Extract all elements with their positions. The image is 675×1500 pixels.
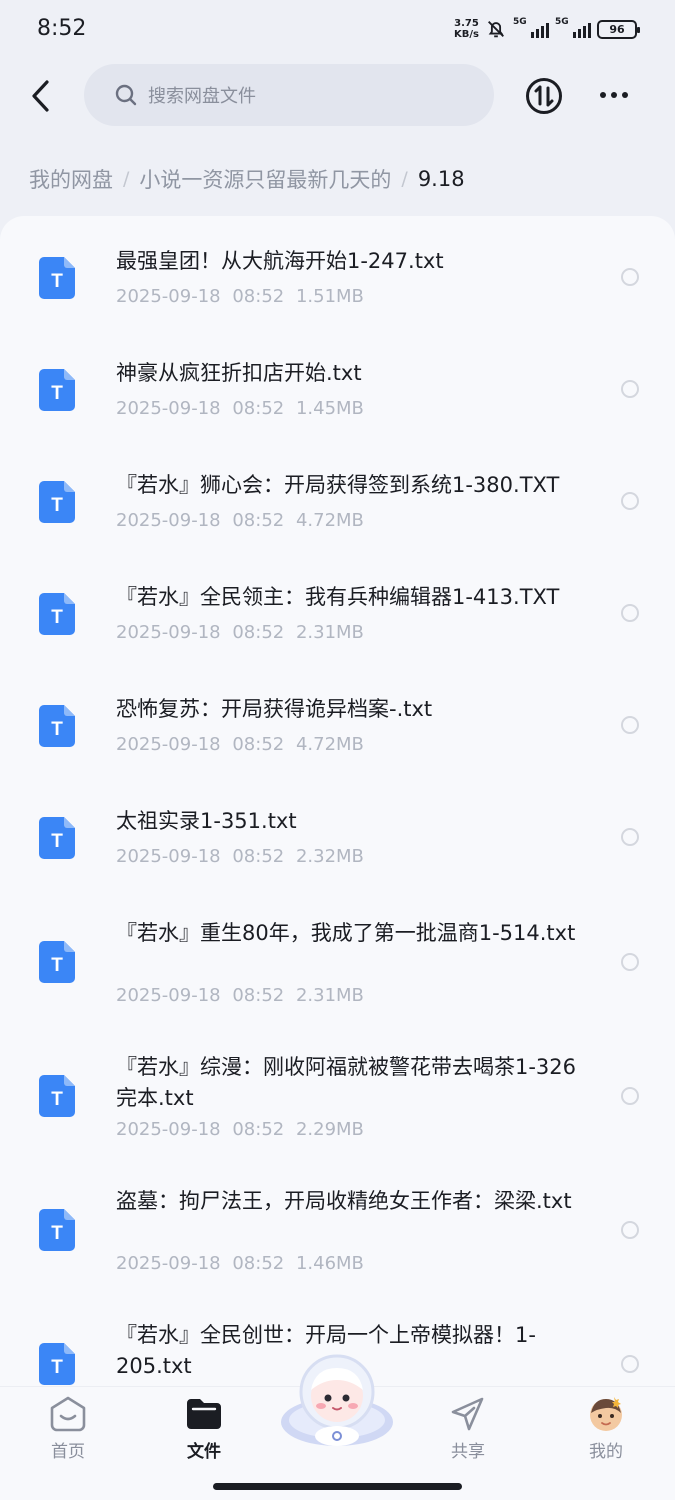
svg-text:T: T	[51, 1357, 63, 1378]
file-row[interactable]: T 太祖实录1-351.txt 2025-09-18 08:52 2.32MB	[0, 776, 675, 888]
select-checkbox[interactable]	[621, 1087, 639, 1105]
status-time: 8:52	[37, 16, 87, 41]
file-meta: 2025-09-18 08:52 2.31MB	[116, 985, 364, 1006]
search-icon	[115, 84, 137, 106]
svg-text:T: T	[51, 607, 63, 628]
svg-text:T: T	[51, 1223, 63, 1244]
svg-text:T: T	[51, 831, 63, 852]
search-placeholder: 搜索网盘文件	[148, 86, 256, 107]
text-file-icon: T	[39, 257, 75, 299]
file-meta: 2025-09-18 08:52 1.51MB	[116, 286, 364, 307]
file-name: 『若水』综漫：刚收阿福就被警花带去喝茶1-326完本.txt	[116, 1055, 577, 1110]
file-name: 神豪从疯狂折扣店开始.txt	[116, 361, 362, 385]
breadcrumb-root[interactable]: 我的网盘	[29, 164, 113, 194]
cellular-signal-icon: 5G	[555, 17, 591, 38]
text-file-icon: T	[39, 1209, 75, 1251]
file-name: 太祖实录1-351.txt	[116, 809, 297, 833]
file-row[interactable]: T 『若水』综漫：刚收阿福就被警花带去喝茶1-326完本.txt 2025-09…	[0, 1022, 675, 1156]
svg-text:T: T	[51, 719, 63, 740]
ai-assistant-mascot-icon[interactable]	[276, 1352, 398, 1452]
text-file-icon: T	[39, 941, 75, 983]
network-speed: 3.75 KB/s	[454, 18, 479, 40]
select-checkbox[interactable]	[621, 268, 639, 286]
text-file-icon: T	[39, 1075, 75, 1117]
status-icons: 3.75 KB/s 5G 5G 96	[454, 17, 640, 40]
select-checkbox[interactable]	[621, 716, 639, 734]
text-file-icon: T	[39, 705, 75, 747]
file-row[interactable]: T 恐怖复苏：开局获得诡异档案-.txt 2025-09-18 08:52 4.…	[0, 664, 675, 776]
select-checkbox[interactable]	[621, 1355, 639, 1373]
file-meta: 2025-09-18 08:52 2.31MB	[116, 622, 364, 643]
bell-off-icon	[488, 21, 504, 38]
file-row[interactable]: T 『若水』重生80年，我成了第一批温商1-514.txt 2025-09-18…	[0, 888, 675, 1022]
file-row[interactable]: T 神豪从疯狂折扣店开始.txt 2025-09-18 08:52 1.45MB	[0, 328, 675, 440]
svg-text:T: T	[51, 383, 63, 404]
text-file-icon: T	[39, 481, 75, 523]
file-name: 最强皇团！从大航海开始1-247.txt	[116, 249, 444, 273]
select-checkbox[interactable]	[621, 492, 639, 510]
file-meta: 2025-09-18 08:52 2.32MB	[116, 846, 364, 867]
file-meta: 2025-09-18 08:52 2.29MB	[116, 1119, 364, 1140]
home-face-icon	[50, 1396, 86, 1432]
file-row[interactable]: T 盗墓：拘尸法王，开局收精绝女王作者：梁梁.txt 2025-09-18 08…	[0, 1156, 675, 1290]
send-icon	[451, 1397, 484, 1431]
file-name: 盗墓：拘尸法王，开局收精绝女王作者：梁梁.txt	[116, 1189, 572, 1213]
text-file-icon: T	[39, 593, 75, 635]
file-meta: 2025-09-18 08:52 1.46MB	[116, 1253, 364, 1274]
more-button[interactable]	[594, 80, 634, 110]
select-checkbox[interactable]	[621, 1221, 639, 1239]
transfer-icon[interactable]	[525, 77, 563, 115]
more-horizontal-icon	[600, 92, 606, 98]
select-checkbox[interactable]	[621, 953, 639, 971]
home-indicator	[213, 1483, 462, 1490]
file-list: T 最强皇团！从大航海开始1-247.txt 2025-09-18 08:52 …	[0, 216, 675, 1396]
breadcrumb-current: 9.18	[417, 167, 465, 191]
folder-icon	[187, 1399, 221, 1429]
svg-text:T: T	[51, 495, 63, 516]
file-name: 『若水』重生80年，我成了第一批温商1-514.txt	[116, 921, 576, 945]
search-input[interactable]: 搜索网盘文件	[84, 64, 494, 126]
file-row[interactable]: T 『若水』全民领主：我有兵种编辑器1-413.TXT 2025-09-18 0…	[0, 552, 675, 664]
select-checkbox[interactable]	[621, 380, 639, 398]
text-file-icon: T	[39, 817, 75, 859]
text-file-icon: T	[39, 369, 75, 411]
file-row[interactable]: T 最强皇团！从大航海开始1-247.txt 2025-09-18 08:52 …	[0, 216, 675, 328]
breadcrumb-separator: /	[401, 168, 408, 190]
nav-share[interactable]: 共享	[423, 1395, 513, 1462]
breadcrumb-folder[interactable]: 小说一资源只留最新几天的	[139, 164, 391, 194]
file-name: 『若水』全民领主：我有兵种编辑器1-413.TXT	[116, 585, 560, 609]
nav-mine[interactable]: 我的	[561, 1395, 651, 1462]
battery-icon: 96	[597, 19, 640, 39]
file-name: 恐怖复苏：开局获得诡异档案-.txt	[116, 697, 433, 721]
svg-text:T: T	[51, 1089, 63, 1110]
select-checkbox[interactable]	[621, 828, 639, 846]
svg-text:T: T	[51, 955, 63, 976]
text-file-icon: T	[39, 1343, 75, 1385]
file-meta: 2025-09-18 08:52 4.72MB	[116, 510, 364, 531]
file-row[interactable]: T 『若水』狮心会：开局获得签到系统1-380.TXT 2025-09-18 0…	[0, 440, 675, 552]
select-checkbox[interactable]	[621, 604, 639, 622]
status-bar: 8:52 3.75 KB/s 5G 5G 96	[0, 0, 675, 62]
back-button[interactable]	[20, 74, 60, 118]
breadcrumb-separator: /	[123, 168, 130, 190]
chevron-left-icon	[32, 80, 49, 112]
nav-home[interactable]: 首页	[23, 1395, 113, 1462]
file-meta: 2025-09-18 08:52 4.72MB	[116, 734, 364, 755]
breadcrumb: 我的网盘 / 小说一资源只留最新几天的 / 9.18	[29, 162, 465, 196]
cellular-signal-icon: 5G	[513, 17, 549, 38]
avatar	[590, 1397, 622, 1431]
file-name: 『若水』狮心会：开局获得签到系统1-380.TXT	[116, 473, 560, 497]
svg-text:T: T	[51, 271, 63, 292]
nav-files[interactable]: 文件	[159, 1395, 249, 1462]
file-meta: 2025-09-18 08:52 1.45MB	[116, 398, 364, 419]
